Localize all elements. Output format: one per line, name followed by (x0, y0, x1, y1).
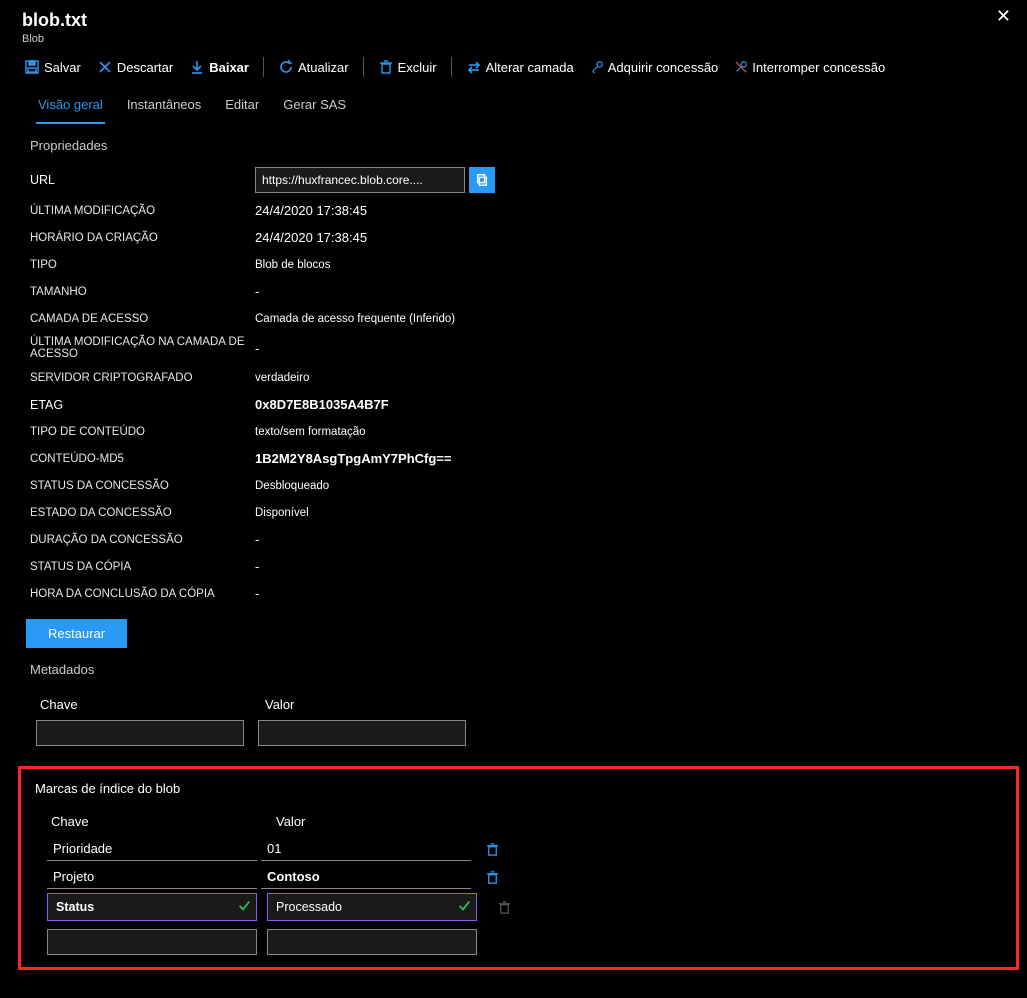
download-button[interactable]: Baixar (183, 57, 255, 77)
tag-value: Contoso (261, 865, 471, 889)
creation-time-value: 24/4/2020 17:38:45 (255, 230, 367, 245)
save-icon (24, 59, 40, 75)
lease-state-value: Disponível (255, 507, 309, 519)
tab-edit[interactable]: Editar (223, 93, 261, 124)
properties-heading: Propriedades (0, 124, 1027, 163)
lease-duration-value: - (255, 532, 259, 547)
blob-index-tags-section: Marcas de índice do blob Chave Valor Pri… (18, 766, 1019, 970)
tab-snapshots[interactable]: Instantâneos (125, 93, 203, 124)
content-type-value: texto/sem formatação (255, 426, 366, 438)
discard-button[interactable]: Descartar (91, 57, 179, 77)
delete-tag-button[interactable] (485, 842, 500, 857)
tag-key: Projeto (47, 865, 257, 889)
delete-tag-button[interactable] (497, 900, 512, 915)
window-subtitle: Blob (22, 33, 87, 45)
metadata-value-column: Valor (265, 697, 490, 712)
copy-completion-value: - (255, 586, 259, 601)
tag-row: Prioridade 01 (27, 835, 1010, 863)
break-lease-button[interactable]: Interromper concessão (728, 58, 891, 77)
lease-status-value: Desbloqueado (255, 480, 329, 492)
lease-icon (590, 60, 604, 74)
metadata-heading: Metadados (0, 648, 1027, 687)
tag-value-input-empty[interactable] (267, 929, 477, 955)
check-icon (237, 898, 251, 912)
change-tier-button[interactable]: Alterar camada (460, 57, 580, 77)
metadata-key-input[interactable] (36, 720, 244, 746)
tab-generate-sas[interactable]: Gerar SAS (281, 93, 348, 124)
change-tier-icon (466, 59, 482, 75)
last-modified-value: 24/4/2020 17:38:45 (255, 203, 367, 218)
download-icon (189, 59, 205, 75)
tag-row-empty (27, 927, 1010, 957)
close-icon[interactable]: ✕ (996, 6, 1011, 27)
tag-key: Prioridade (47, 837, 257, 861)
tag-value-column: Valor (276, 814, 501, 829)
type-value: Blob de blocos (255, 259, 330, 271)
refresh-button[interactable]: Atualizar (272, 57, 355, 77)
save-button[interactable]: Salvar (18, 57, 87, 77)
check-icon (457, 898, 471, 912)
md5-value: 1B2M2Y8AsgTpgAmY7PhCfg== (255, 451, 452, 466)
tag-value: 01 (261, 837, 471, 861)
tag-row: Projeto Contoso (27, 863, 1010, 891)
trash-icon (485, 870, 500, 885)
url-label: URL (30, 173, 255, 187)
restore-button[interactable]: Restaurar (26, 619, 127, 648)
tag-key-input-empty[interactable] (47, 929, 257, 955)
tag-row (27, 891, 1010, 923)
tag-key-input[interactable] (47, 893, 257, 921)
command-bar: Salvar Descartar Baixar Atualizar Exclui… (0, 49, 1027, 83)
url-input[interactable] (255, 167, 465, 193)
break-lease-icon (734, 60, 748, 74)
trash-icon (485, 842, 500, 857)
tag-key-column: Chave (51, 814, 276, 829)
encrypted-value: verdadeiro (255, 372, 309, 384)
tier-modified-value: - (255, 341, 259, 356)
tabs: Visão geral Instantâneos Editar Gerar SA… (0, 83, 1027, 124)
tab-overview[interactable]: Visão geral (36, 93, 105, 124)
delete-button[interactable]: Excluir (372, 57, 443, 77)
blob-index-tags-heading: Marcas de índice do blob (27, 777, 1010, 804)
size-value: - (255, 284, 259, 299)
access-tier-value: Camada de acesso frequente (Inferido) (255, 313, 455, 325)
trash-icon (497, 900, 512, 915)
delete-tag-button[interactable] (485, 870, 500, 885)
acquire-lease-button[interactable]: Adquirir concessão (584, 58, 725, 77)
copy-icon (475, 173, 489, 187)
trash-icon (378, 59, 394, 75)
copy-url-button[interactable] (469, 167, 495, 193)
etag-value: 0x8D7E8B1035A4B7F (255, 397, 389, 412)
tag-value-input[interactable] (267, 893, 477, 921)
window-title: blob.txt (22, 10, 87, 31)
refresh-icon (278, 59, 294, 75)
copy-status-value: - (255, 559, 259, 574)
metadata-key-column: Chave (40, 697, 265, 712)
metadata-value-input[interactable] (258, 720, 466, 746)
discard-icon (97, 59, 113, 75)
